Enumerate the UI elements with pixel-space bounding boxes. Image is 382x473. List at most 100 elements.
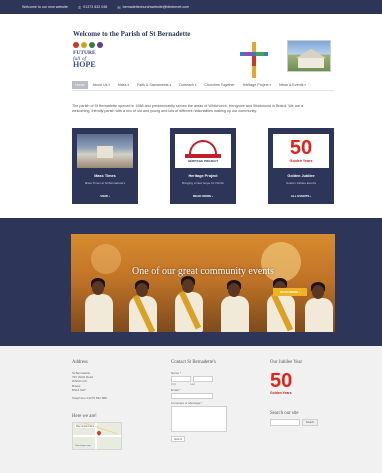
nav-item-mass[interactable]: Mass ▾ bbox=[115, 81, 132, 89]
community-photo-slide: One of our great community events READ M… bbox=[71, 234, 335, 332]
location-map[interactable]: Map & Directions View larger map bbox=[72, 422, 122, 451]
emblem-dot bbox=[97, 42, 103, 48]
email-contact[interactable]: ✉ bernadettechurchwebsite@btinternet.com bbox=[117, 5, 189, 10]
nav-item-faith-sacraments[interactable]: Faith & Sacraments ▾ bbox=[134, 81, 174, 89]
welcome-text: Welcome to our new website bbox=[22, 5, 68, 9]
telephone: Telephone 01275 832 888 bbox=[72, 396, 107, 401]
address-block: St Bernadette 792 Wells Road Whitchurch … bbox=[72, 371, 122, 392]
nav-item-home[interactable]: Home bbox=[72, 81, 88, 89]
slide-caption: One of our great community events bbox=[132, 266, 274, 277]
name-label: Name * bbox=[171, 371, 182, 375]
golden-jubilee-logo: 50 Golden Years bbox=[273, 134, 329, 168]
chevron-down-icon: ▾ bbox=[304, 83, 306, 87]
chevron-down-icon: ▾ bbox=[127, 83, 130, 87]
emblem-dot bbox=[89, 42, 95, 48]
card-title: Golden Jubilee bbox=[287, 174, 315, 178]
site-header: Welcome to the Parish of St Bernadette F… bbox=[0, 14, 382, 78]
jubilee-number: 50 bbox=[289, 137, 313, 159]
name-fields bbox=[171, 376, 227, 382]
card-mass-times[interactable]: Mass Times Mass Times at St Bernadette's… bbox=[72, 128, 138, 204]
card-description: Golden Jubilee Events bbox=[285, 181, 317, 185]
nav-item-heritage-project[interactable]: Heritage Project ▾ bbox=[240, 81, 274, 89]
search-input[interactable] bbox=[270, 419, 300, 426]
footer-jubilee-column: Our Jubilee Year 50 Golden Years Search … bbox=[270, 360, 318, 426]
phone-number: 01373 832 048 bbox=[83, 5, 108, 9]
card-heritage-project[interactable]: HERITAGE PROJECT Heritage Project Bringi… bbox=[170, 128, 236, 204]
church-photo bbox=[287, 40, 331, 72]
person-figure bbox=[221, 296, 249, 332]
person-head bbox=[228, 283, 240, 297]
heritage-arch-icon bbox=[189, 140, 217, 154]
search-button[interactable]: Search bbox=[302, 419, 318, 426]
map-directions-label[interactable]: Map & Directions bbox=[75, 425, 96, 429]
nav-item-news-events[interactable]: News & Events ▾ bbox=[276, 81, 309, 89]
feature-cards: Mass Times Mass Times at St Bernadette's… bbox=[72, 128, 334, 204]
mail-icon: ✉ bbox=[117, 4, 121, 10]
emblem-dot bbox=[73, 42, 79, 48]
jubilee-number: 50 bbox=[270, 370, 293, 392]
chevron-down-icon: ▾ bbox=[169, 83, 172, 87]
nav-label: Heritage Project bbox=[242, 83, 269, 87]
person-head bbox=[136, 283, 148, 297]
jubilee-subtitle: Golden Years bbox=[289, 159, 313, 163]
emblem-dot bbox=[81, 42, 87, 48]
search-form: Search bbox=[270, 419, 318, 426]
nav-label: Mass bbox=[117, 83, 127, 87]
last-name-field[interactable] bbox=[193, 376, 213, 382]
altar-shape bbox=[97, 146, 113, 158]
nav-label: News & Events bbox=[279, 83, 304, 87]
first-name-field[interactable] bbox=[171, 376, 191, 382]
nav-item-outreach[interactable]: Outreach ▾ bbox=[176, 81, 199, 89]
rainbow-cross-icon bbox=[240, 42, 268, 78]
person-head bbox=[312, 285, 324, 299]
nav-item-about-us[interactable]: About Us ▾ bbox=[90, 81, 113, 89]
nav-label: Churches Together bbox=[204, 83, 235, 87]
address-line: BS14 9HT bbox=[72, 387, 86, 392]
card-description: Bringing a New Hope for Parish bbox=[181, 181, 225, 185]
heritage-logo-text: HERITAGE PROJECT bbox=[187, 159, 219, 163]
nav-label: Home bbox=[75, 83, 85, 87]
person-figure bbox=[85, 294, 113, 332]
email-address: bernadettechurchwebsite@btinternet.com bbox=[122, 5, 190, 9]
future-hope-logo[interactable]: FUTURE full of HOPE bbox=[73, 50, 96, 69]
view-larger-map-link[interactable]: View larger map bbox=[75, 445, 91, 447]
main-nav: Home About Us ▾ Mass ▾ Faith & Sacraments ▾… bbox=[72, 80, 334, 91]
card-title: Mass Times bbox=[94, 174, 116, 178]
first-sublabel: First bbox=[171, 383, 177, 386]
mass-times-image bbox=[77, 134, 133, 168]
submit-button[interactable]: Submit bbox=[171, 436, 185, 442]
nav-item-churches-together[interactable]: Churches Together bbox=[201, 81, 237, 89]
slide-read-more-button[interactable]: READ MORE › bbox=[273, 288, 307, 296]
comment-label: Comment or Message * bbox=[171, 401, 203, 405]
jubilee-subtitle: Golden Years bbox=[270, 391, 292, 395]
card-description: Mass Times at St Bernadette's bbox=[84, 181, 126, 185]
top-bar: Welcome to our new website ✆ 01373 832 0… bbox=[0, 0, 382, 14]
chevron-down-icon: ▾ bbox=[108, 83, 110, 87]
logo-line: HOPE bbox=[73, 60, 96, 69]
church-wall bbox=[298, 58, 324, 68]
phone-contact[interactable]: ✆ 01373 832 048 bbox=[78, 5, 107, 10]
person-figure bbox=[305, 298, 333, 332]
church-roof bbox=[296, 49, 326, 58]
nav-label: About Us bbox=[92, 83, 108, 87]
comment-field[interactable] bbox=[171, 406, 227, 432]
heritage-banner-shape bbox=[185, 154, 221, 158]
card-golden-jubilee[interactable]: 50 Golden Years Golden Jubilee Golden Ju… bbox=[268, 128, 334, 204]
nav-label: Faith & Sacraments bbox=[137, 83, 169, 87]
logo-emblems bbox=[73, 42, 103, 48]
address-heading: Address bbox=[72, 360, 88, 365]
site-footer: Address St Bernadette 792 Wells Road Whi… bbox=[0, 346, 382, 473]
footer-address-column: Address St Bernadette 792 Wells Road Whi… bbox=[72, 360, 122, 451]
read-more-heritage-button[interactable]: READ MORE › bbox=[170, 194, 236, 198]
footer-contact-column: Contact St Bernadette's Name * First Las… bbox=[171, 360, 227, 442]
name-sublabels: First Last bbox=[171, 383, 227, 386]
map-heading: Here we are! bbox=[72, 414, 97, 420]
chevron-down-icon: ▾ bbox=[194, 83, 197, 87]
card-title: Heritage Project bbox=[188, 174, 218, 178]
email-field[interactable] bbox=[171, 393, 213, 399]
all-events-button[interactable]: ALL EVENTS › bbox=[268, 194, 334, 198]
site-title[interactable]: Welcome to the Parish of St Bernadette bbox=[73, 30, 190, 38]
nav-label: Outreach bbox=[179, 83, 194, 87]
view-mass-times-button[interactable]: VIEW › bbox=[72, 194, 138, 198]
person-head bbox=[92, 281, 104, 295]
